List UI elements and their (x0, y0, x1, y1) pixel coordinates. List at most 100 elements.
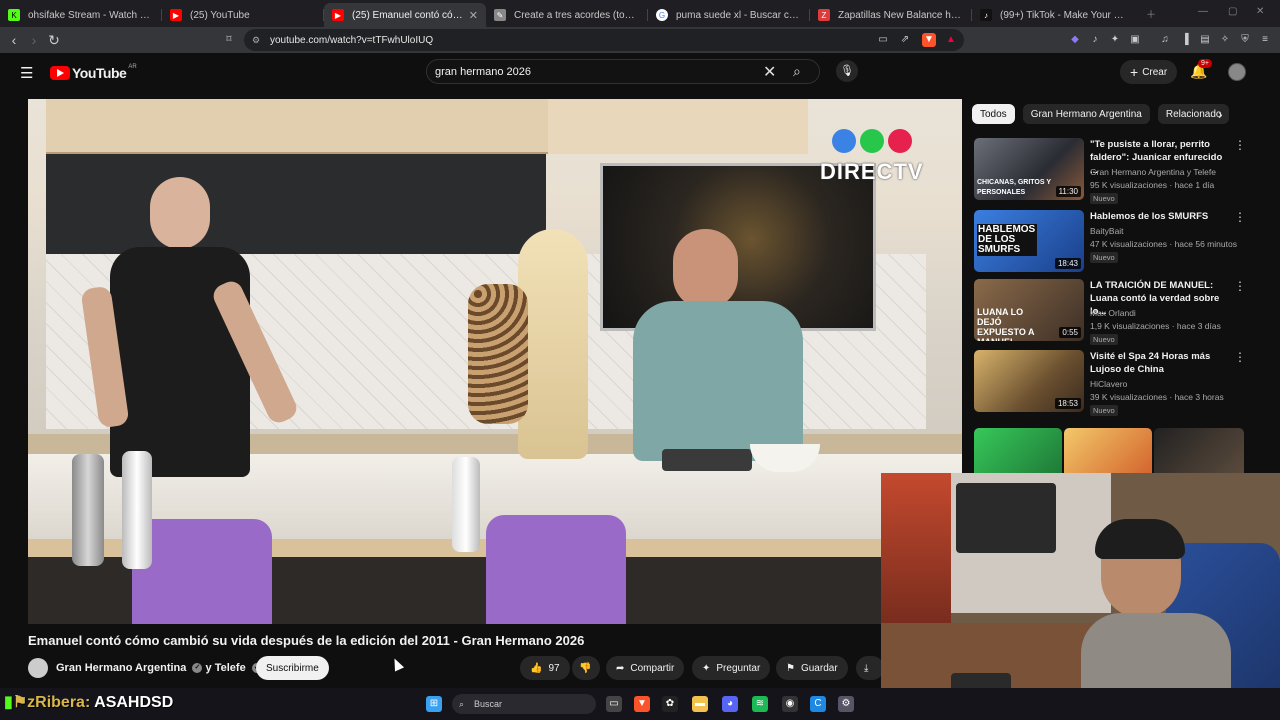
more-options-icon[interactable]: ⋮ (1234, 279, 1246, 293)
more-options-icon[interactable]: ⋮ (1234, 138, 1246, 152)
rec-title[interactable]: Visité el Spa 24 Horas más Lujoso de Chi… (1090, 350, 1226, 376)
more-options-icon[interactable]: ⋮ (1234, 350, 1246, 364)
video-thumbnail[interactable] (974, 428, 1062, 473)
microphone-icon[interactable]: 🎙 (836, 60, 858, 82)
ask-button[interactable]: ✦ Preguntar (692, 656, 771, 680)
rec-channel[interactable]: Max Orlandi (1090, 308, 1136, 318)
rec-channel[interactable]: BaityBait (1090, 226, 1124, 236)
more-options-icon[interactable]: ⋮ (1234, 210, 1246, 224)
rec-channel[interactable]: HiClavero (1090, 379, 1127, 389)
browser-tab-bar: Kohsifake Stream - Watch Live on ▶(25) Y… (0, 0, 1280, 27)
recommendation-item[interactable]: 18:53 Visité el Spa 24 Horas más Lujoso … (974, 350, 1246, 416)
browser-tab[interactable]: Kohsifake Stream - Watch Live on (0, 3, 162, 27)
media-icon[interactable]: ♫ (1158, 33, 1172, 47)
vpn-icon[interactable]: ⛨ (1238, 33, 1252, 47)
video-player[interactable]: DIRECTV (28, 99, 962, 624)
browser-tab-active[interactable]: ▶(25) Emanuel contó cómo cambió✕ (324, 3, 486, 27)
brave-rewards-icon[interactable]: ▲ (944, 33, 958, 47)
like-button[interactable]: 👍 97 (520, 656, 570, 680)
extension-icon[interactable]: ▣ (1128, 33, 1142, 47)
save-button[interactable]: ⚑ Guardar (776, 656, 848, 680)
new-badge: Nuevo (1090, 252, 1118, 263)
share-icon[interactable]: ⇗ (898, 33, 912, 47)
settings-icon[interactable]: ⚙ (838, 696, 854, 712)
recommendation-item[interactable]: HABLEMOS DE LOS SMURFS 18:43 Hablemos de… (974, 210, 1246, 274)
video-title: Emanuel contó cómo cambió su vida despué… (28, 633, 585, 648)
download-button[interactable]: ⤓ (856, 656, 884, 680)
browser-tab[interactable]: ✎Create a tres acordes (todos los per (486, 3, 648, 27)
video-thumbnail[interactable] (1064, 428, 1152, 473)
duration-badge: 18:43 (1054, 258, 1081, 269)
youtube-logo[interactable]: YouTube AR (50, 64, 137, 81)
google-icon: G (656, 9, 668, 21)
brave-shield-icon[interactable]: ▼ (922, 33, 936, 47)
bookmark-icon: ⚑ (786, 662, 795, 674)
brave-icon[interactable]: ▼ (634, 696, 650, 712)
chip-todos[interactable]: Todos (972, 104, 1015, 124)
subscribe-button[interactable]: Suscribirme (256, 656, 329, 680)
site-info-icon[interactable]: ⚙ (252, 35, 260, 46)
chatgpt-icon[interactable]: ✿ (662, 696, 678, 712)
video-scene-bottle (122, 451, 152, 569)
recommendation-item[interactable]: LUANA LO DEJÓ EXPUESTO A MANUEL 0:55 LA … (974, 279, 1246, 345)
video-thumbnail[interactable]: 18:53 (974, 350, 1084, 412)
sidebar-icon[interactable]: ▐ (1178, 33, 1192, 47)
browser-tab[interactable]: ♪ (99+) TikTok - Make Your Day (972, 3, 1134, 27)
leo-icon[interactable]: ✧ (1218, 33, 1232, 47)
extension-icon[interactable]: ◆ (1068, 33, 1082, 47)
reload-icon[interactable]: ↻ (44, 32, 64, 49)
share-button[interactable]: ➦ Compartir (606, 656, 685, 680)
channel-avatar[interactable] (28, 658, 48, 678)
bookmark-icon[interactable]: ⌑ (222, 33, 236, 47)
rec-title[interactable]: Hablemos de los SMURFS (1090, 210, 1226, 223)
rec-channel[interactable]: Gran Hermano Argentina y Telefe (1090, 167, 1216, 177)
create-button[interactable]: + Crear (1120, 60, 1178, 84)
video-thumbnail[interactable]: LUANA LO DEJÓ EXPUESTO A MANUEL 0:55 (974, 279, 1084, 341)
browser-tab[interactable]: Gpuma suede xl - Buscar con Google (648, 3, 810, 27)
obs-icon[interactable]: ◉ (782, 696, 798, 712)
video-thumbnail[interactable] (1154, 428, 1244, 473)
menu-icon[interactable]: ≡ (1258, 33, 1272, 47)
video-thumbnail[interactable]: CHICANAS, GRITOS Y PERSONALES 11:30 (974, 138, 1084, 200)
video-scene-bottle (72, 454, 104, 566)
recommendation-item[interactable]: CHICANAS, GRITOS Y PERSONALES 11:30 "Te … (974, 138, 1246, 204)
search-icon[interactable]: ⌕ (793, 63, 801, 80)
forward-icon[interactable]: › (24, 32, 44, 48)
maximize-icon[interactable]: ▢ (1228, 6, 1237, 17)
app-icon[interactable]: C (810, 696, 826, 712)
search-text: gran hermano 2026 (435, 65, 532, 78)
account-avatar[interactable] (1228, 63, 1246, 81)
chevron-right-icon[interactable]: › (1218, 106, 1223, 122)
hamburger-menu-icon[interactable]: ☰ (20, 64, 33, 82)
close-tab-icon[interactable]: ✕ (469, 9, 478, 22)
minimize-icon[interactable]: — (1198, 6, 1208, 17)
extension-icon[interactable]: ♪ (1088, 33, 1102, 47)
search-input[interactable]: gran hermano 2026 ✕ ⌕ (426, 59, 820, 84)
rec-views: 39 K visualizaciones · hace 3 horas (1090, 392, 1224, 402)
dislike-button[interactable]: 👎 (572, 656, 600, 680)
taskbar-search[interactable]: ⌕ Buscar (452, 694, 596, 714)
store-icon: Z (818, 9, 830, 21)
puzzle-icon[interactable]: ✦ (1108, 33, 1122, 47)
close-window-icon[interactable]: ✕ (1256, 6, 1264, 17)
browser-tab[interactable]: ▶ (25) YouTube (162, 3, 324, 27)
back-icon[interactable]: ‹ (4, 32, 24, 48)
cast-icon[interactable]: ▭ (876, 33, 890, 47)
sparkle-icon: ✦ (702, 662, 711, 674)
spotify-icon[interactable]: ≋ (752, 696, 768, 712)
task-view-icon[interactable]: ▭ (606, 696, 622, 712)
chip-gran-hermano[interactable]: Gran Hermano Argentina (1022, 104, 1150, 124)
duration-badge: 11:30 (1055, 186, 1081, 197)
new-tab-icon[interactable]: ＋ (1146, 6, 1156, 21)
new-badge: Nuevo (1090, 334, 1118, 345)
clear-search-icon[interactable]: ✕ (763, 62, 776, 82)
file-explorer-icon[interactable]: ▬ (692, 696, 708, 712)
url-field[interactable]: ⚙ youtube.com/watch?v=tTFwhUloIUQ (244, 29, 964, 51)
thumbs-down-icon: 👎 (579, 662, 592, 674)
wallet-icon[interactable]: ▤ (1198, 33, 1212, 47)
browser-tab[interactable]: ZZapatillas New Balance hombre 574 (810, 3, 972, 27)
windows-start-icon[interactable]: ⊞ (426, 696, 442, 712)
video-thumbnail[interactable]: HABLEMOS DE LOS SMURFS 18:43 (974, 210, 1084, 272)
channel-name[interactable]: Gran Hermano Argentina ✓ y Telefe ✓ (56, 662, 262, 674)
discord-icon[interactable]: ◕ (722, 696, 738, 712)
